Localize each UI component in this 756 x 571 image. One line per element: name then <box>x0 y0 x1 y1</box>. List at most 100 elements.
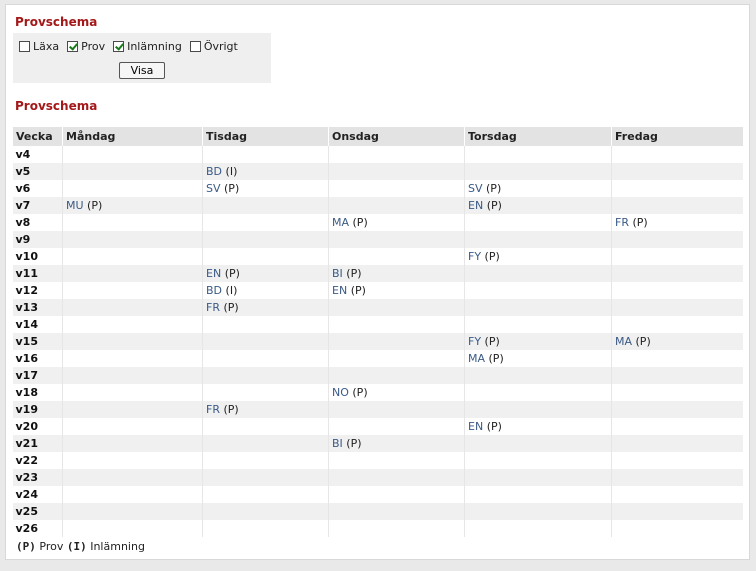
filter-title: Provschema <box>15 15 98 29</box>
day-cell <box>62 248 203 265</box>
week-cell: v5 <box>12 163 63 180</box>
table-row: v16 MA (P) <box>12 350 743 367</box>
day-cell: MA (P) <box>611 333 743 350</box>
entry-type: (P) <box>486 420 502 433</box>
table-row: v10 FY (P) <box>12 248 743 265</box>
table-row: v4 <box>12 146 743 163</box>
day-cell <box>464 401 612 418</box>
subject-link[interactable]: MA <box>332 216 349 229</box>
day-cell: NO (P) <box>328 384 465 401</box>
subject-link[interactable]: MU <box>66 199 84 212</box>
day-cell <box>328 231 465 248</box>
checkbox-2[interactable]: Inlämning <box>113 40 182 53</box>
day-cell <box>464 282 612 299</box>
entry-type: (P) <box>223 301 239 314</box>
day-cell <box>328 333 465 350</box>
entry-type: (P) <box>223 403 239 416</box>
subject-link[interactable]: FR <box>615 216 629 229</box>
day-cell <box>611 520 743 537</box>
column-header: Måndag <box>62 127 203 146</box>
checkbox-0[interactable]: Läxa <box>19 40 59 53</box>
subject-link[interactable]: BD <box>206 165 222 178</box>
day-cell: BI (P) <box>328 265 465 282</box>
day-cell <box>202 333 329 350</box>
day-cell <box>328 163 465 180</box>
checkbox-row: Läxa Prov Inlämning Övrigt <box>19 38 246 54</box>
entry-type: (P) <box>346 437 362 450</box>
subject-link[interactable]: FR <box>206 301 220 314</box>
week-cell: v12 <box>12 282 63 299</box>
day-cell <box>62 503 203 520</box>
day-cell <box>611 180 743 197</box>
subject-link[interactable]: FY <box>468 250 481 263</box>
subject-link[interactable]: BI <box>332 437 343 450</box>
day-cell <box>464 469 612 486</box>
table-row: v8 MA (P) FR (P) <box>12 214 743 231</box>
entry-type: (P) <box>488 352 504 365</box>
subject-link[interactable]: EN <box>468 199 483 212</box>
day-cell <box>611 486 743 503</box>
schedule-table: Vecka Måndag Tisdag Onsdag Torsdag Fredag v4 v… <box>12 127 743 537</box>
day-cell <box>611 384 743 401</box>
checkbox-checked-icon[interactable] <box>113 40 125 52</box>
subject-link[interactable]: SV <box>468 182 483 195</box>
subject-link[interactable]: BI <box>332 267 343 280</box>
checkbox-unchecked-icon[interactable] <box>19 40 30 52</box>
legend-i-code: (I) <box>66 540 87 553</box>
subject-link[interactable]: FY <box>468 335 481 348</box>
entry-type: (P) <box>486 199 502 212</box>
week-cell: v20 <box>12 418 63 435</box>
day-cell <box>62 418 203 435</box>
table-row: v21 BI (P) <box>12 435 743 452</box>
table-row: v17 <box>12 367 743 384</box>
checkbox-1[interactable]: Prov <box>67 40 105 53</box>
day-cell <box>464 520 612 537</box>
week-cell: v14 <box>12 316 63 333</box>
day-cell <box>464 435 612 452</box>
subject-link[interactable]: FR <box>206 403 220 416</box>
day-cell <box>202 316 329 333</box>
subject-link[interactable]: MA <box>615 335 632 348</box>
day-cell <box>464 214 612 231</box>
day-cell <box>464 265 612 282</box>
day-cell: FY (P) <box>464 333 612 350</box>
day-cell <box>328 401 465 418</box>
day-cell <box>202 435 329 452</box>
day-cell <box>328 418 465 435</box>
legend: (P) Prov (I) Inlämning <box>16 540 145 553</box>
entry-type: (P) <box>224 267 240 280</box>
day-cell: BD (I) <box>202 282 329 299</box>
day-cell <box>464 231 612 248</box>
checkbox-label: Prov <box>81 39 106 53</box>
subject-link[interactable]: SV <box>206 182 221 195</box>
subject-link[interactable]: MA <box>468 352 485 365</box>
checkbox-3[interactable]: Övrigt <box>189 40 238 53</box>
entry-type: (P) <box>87 199 103 212</box>
day-cell <box>464 486 612 503</box>
subject-link[interactable]: BD <box>206 284 222 297</box>
week-cell: v18 <box>12 384 63 401</box>
subject-link[interactable]: NO <box>332 386 349 399</box>
day-cell <box>611 452 743 469</box>
week-cell: v11 <box>12 265 63 282</box>
subject-link[interactable]: EN <box>468 420 483 433</box>
day-cell <box>464 452 612 469</box>
day-cell <box>611 503 743 520</box>
day-cell <box>611 163 743 180</box>
day-cell: FY (P) <box>464 248 612 265</box>
day-cell: SV (P) <box>202 180 329 197</box>
subject-link[interactable]: EN <box>332 284 347 297</box>
day-cell <box>202 197 329 214</box>
checkbox-label: Inlämning <box>127 39 182 53</box>
entry-type: (P) <box>352 386 368 399</box>
visa-button[interactable]: Visa <box>119 62 165 79</box>
checkbox-unchecked-icon[interactable] <box>189 40 201 52</box>
day-cell <box>62 231 203 248</box>
day-cell <box>611 146 743 163</box>
schedule-title: Provschema <box>15 99 98 113</box>
subject-link[interactable]: EN <box>206 267 221 280</box>
day-cell <box>611 350 743 367</box>
checkbox-checked-icon[interactable] <box>67 40 79 52</box>
day-cell: MA (P) <box>328 214 465 231</box>
day-cell <box>328 503 465 520</box>
